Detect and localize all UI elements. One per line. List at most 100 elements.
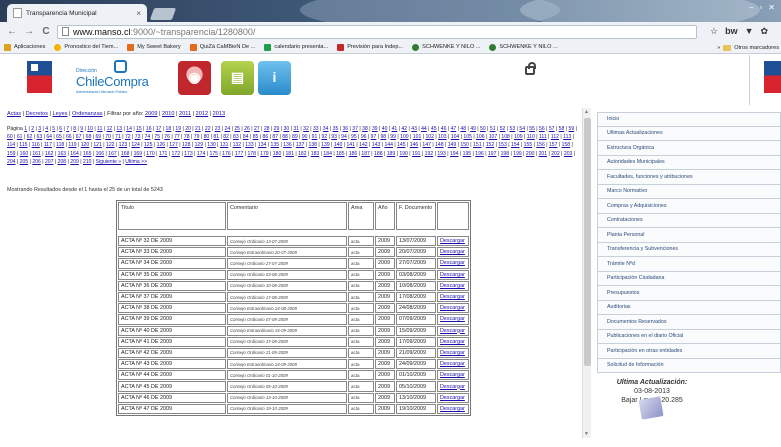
download-link[interactable]: Descargar xyxy=(437,236,469,247)
page-link[interactable]: 28 xyxy=(264,126,270,132)
page-link[interactable]: 164 xyxy=(70,151,79,157)
page-link[interactable]: 26 xyxy=(244,126,250,132)
page-link[interactable]: 51 xyxy=(490,126,496,132)
download-link[interactable]: Descargar xyxy=(437,359,469,370)
page-link[interactable]: 202 xyxy=(551,151,560,157)
page-link[interactable]: 153 xyxy=(498,142,507,148)
filter-link[interactable]: Decretos xyxy=(26,111,48,117)
page-link[interactable]: 35 xyxy=(333,126,339,132)
page-link[interactable]: 18 xyxy=(166,126,172,132)
page-link[interactable]: 13 xyxy=(116,126,122,132)
page-link[interactable]: 101 xyxy=(413,134,422,140)
page-link[interactable]: 17 xyxy=(156,126,162,132)
extension-icon[interactable]: bw xyxy=(725,26,738,37)
page-link[interactable]: 115 xyxy=(19,142,27,148)
page-link[interactable]: 182 xyxy=(298,151,307,157)
page-link[interactable]: 174 xyxy=(197,151,206,157)
page-link[interactable]: 9 xyxy=(80,126,83,132)
page-link[interactable]: 105 xyxy=(463,134,472,140)
page-link[interactable]: 54 xyxy=(519,126,525,132)
page-link[interactable]: 16 xyxy=(146,126,152,132)
page-link[interactable]: 133 xyxy=(245,142,254,148)
sidebar-menu-item[interactable]: Facultades, funciones y atribuciones xyxy=(597,170,781,185)
filter-link[interactable]: Leyes xyxy=(53,111,68,117)
page-link[interactable]: 23 xyxy=(215,126,221,132)
download-link[interactable]: Descargar xyxy=(437,325,469,336)
year-link[interactable]: 2010 xyxy=(162,111,174,117)
download-link[interactable]: Descargar xyxy=(437,370,469,381)
bookmark-item[interactable]: Previsión para Indep... xyxy=(337,43,403,51)
year-link[interactable]: 2012 xyxy=(196,111,208,117)
page-link[interactable]: 41 xyxy=(392,126,398,132)
page-link[interactable]: 162 xyxy=(45,151,54,157)
page-link[interactable]: 171 xyxy=(159,151,168,157)
page-link[interactable]: 114 xyxy=(7,142,15,148)
page-link[interactable]: 61 xyxy=(17,134,23,140)
page-link[interactable]: 186 xyxy=(349,151,358,157)
page-link[interactable]: 117 xyxy=(44,142,52,148)
sidebar-menu-item[interactable]: Inicio xyxy=(597,112,781,127)
page-link[interactable]: 32 xyxy=(303,126,309,132)
sidebar-menu-item[interactable]: Autoridades Municipales xyxy=(597,155,781,170)
browser-tab[interactable]: Transparencia Municipal × xyxy=(7,4,147,22)
page-link[interactable]: 168 xyxy=(121,151,130,157)
bookmark-item[interactable]: SCHWENKE Y NILO ... xyxy=(412,43,480,51)
page-link[interactable]: 85 xyxy=(253,134,259,140)
download-link[interactable]: Descargar xyxy=(437,381,469,392)
page-link[interactable]: 65 xyxy=(56,134,62,140)
page-link[interactable]: 94 xyxy=(341,134,347,140)
page-link[interactable]: 80 xyxy=(204,134,210,140)
page-link[interactable]: 15 xyxy=(136,126,142,132)
page-link[interactable]: 37 xyxy=(352,126,358,132)
page-link[interactable]: 154 xyxy=(511,142,520,148)
page-link[interactable]: 203 xyxy=(564,151,573,157)
page-link[interactable]: 159 xyxy=(7,151,16,157)
page-link[interactable]: 67 xyxy=(76,134,82,140)
page-link[interactable]: 82 xyxy=(223,134,229,140)
page-link[interactable]: 33 xyxy=(313,126,319,132)
page-link[interactable]: 89 xyxy=(292,134,298,140)
page-link[interactable]: 63 xyxy=(36,134,42,140)
page-link[interactable]: 123 xyxy=(119,142,128,148)
settings-icon[interactable]: ✿ xyxy=(761,26,769,37)
page-link[interactable]: 122 xyxy=(106,142,115,148)
page-link[interactable]: 119 xyxy=(68,142,76,148)
page-link[interactable]: 103 xyxy=(438,134,447,140)
page-link[interactable]: 173 xyxy=(184,151,193,157)
page-link[interactable]: 71 xyxy=(115,134,121,140)
scrollbar-thumb[interactable] xyxy=(584,118,591,366)
page-link[interactable]: 52 xyxy=(500,126,506,132)
download-link[interactable]: Descargar xyxy=(437,403,469,414)
page-link[interactable]: 2 xyxy=(31,126,34,132)
page-link[interactable]: 92 xyxy=(322,134,328,140)
page-link[interactable]: 167 xyxy=(108,151,117,157)
page-link[interactable]: 21 xyxy=(195,126,201,132)
page-link[interactable]: 149 xyxy=(448,142,457,148)
last-page-link[interactable]: Ultima >> xyxy=(125,159,147,165)
page-link[interactable]: 158 xyxy=(562,142,571,148)
back-button[interactable]: ← xyxy=(6,26,18,37)
page-link[interactable]: 198 xyxy=(501,151,510,157)
page-link[interactable]: 102 xyxy=(425,134,434,140)
chilecompra-logo[interactable]: Dirección ChileCompra Administración Mer… xyxy=(76,60,152,96)
page-link[interactable]: 59 xyxy=(569,126,575,132)
page-link[interactable]: 192 xyxy=(425,151,434,157)
page-link[interactable]: 181 xyxy=(285,151,294,157)
download-link[interactable]: Descargar xyxy=(437,336,469,347)
page-link[interactable]: 127 xyxy=(169,142,178,148)
sidebar-menu-item[interactable]: Solicitud de Información xyxy=(597,358,781,373)
page-link[interactable]: 136 xyxy=(283,142,292,148)
page-link[interactable]: 124 xyxy=(131,142,140,148)
page-link[interactable]: 113 xyxy=(563,134,571,140)
page-link[interactable]: 27 xyxy=(254,126,260,132)
page-link[interactable]: 95 xyxy=(351,134,357,140)
page-link[interactable]: 126 xyxy=(157,142,166,148)
page-link[interactable]: 199 xyxy=(513,151,522,157)
reload-button[interactable]: C xyxy=(40,26,52,37)
page-link[interactable]: 110 xyxy=(527,134,535,140)
page-link[interactable]: 184 xyxy=(323,151,332,157)
page-link[interactable]: 157 xyxy=(549,142,558,148)
page-link[interactable]: 72 xyxy=(125,134,131,140)
page-link[interactable]: 147 xyxy=(422,142,431,148)
page-link[interactable]: 64 xyxy=(46,134,52,140)
